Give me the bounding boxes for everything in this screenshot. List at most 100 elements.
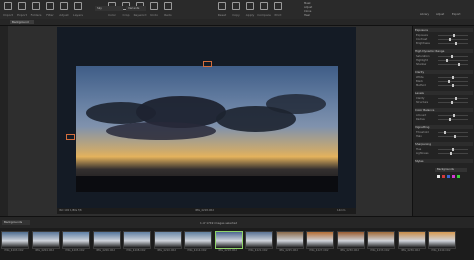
toolbar-button-copy[interactable] [231, 2, 241, 12]
workspace-tab-library[interactable]: Library [420, 13, 429, 16]
slider-knob[interactable] [454, 42, 457, 45]
filmstrip-thumbnail[interactable] [245, 231, 273, 249]
adjust-slider[interactable] [438, 38, 468, 41]
slider-knob[interactable] [447, 80, 450, 83]
compare-icon [260, 2, 268, 10]
adjust-slider[interactable] [438, 76, 468, 79]
filmstrip-thumbnail[interactable] [336, 231, 365, 249]
folders-icon [32, 2, 40, 10]
filmstrip-thumbnail[interactable] [1, 231, 29, 249]
filmstrip-thumbnail[interactable] [92, 231, 121, 249]
toolbar-button-undo[interactable] [149, 2, 159, 12]
slider-knob[interactable] [453, 34, 456, 37]
panel-section-color-balance[interactable]: Color Balance [415, 108, 473, 112]
panel-section-levels[interactable]: Levels [415, 91, 473, 95]
adjust-label: Hue [416, 148, 422, 151]
variants-menu[interactable]: Variants [126, 6, 146, 11]
slider-knob[interactable] [455, 97, 458, 100]
toolbar-button-apply[interactable] [245, 2, 255, 12]
toolbar-button-redo[interactable] [163, 2, 173, 12]
adjustment-panel: Exposure Exposure Contrast Brightness High D… [412, 26, 474, 216]
color-swatch[interactable] [442, 175, 445, 178]
slider-knob[interactable] [454, 135, 457, 138]
filmstrip-thumbnail[interactable] [123, 231, 151, 249]
slider-knob[interactable] [443, 131, 446, 134]
tool-item-adjust[interactable]: Adjust [304, 6, 312, 9]
workspace-tab-export[interactable]: Export [452, 13, 461, 16]
filmstrip-thumbnail[interactable] [62, 231, 90, 249]
toolbar-button-export[interactable] [17, 2, 27, 12]
adjust-slider[interactable] [438, 59, 468, 62]
panel-section-styles[interactable]: Styles [415, 159, 473, 163]
adjust-slider[interactable] [438, 114, 468, 117]
toolbar-button-filter[interactable] [45, 2, 55, 12]
filmstrip-thumbnail[interactable] [214, 231, 243, 249]
filmstrip-thumbnail[interactable] [31, 231, 60, 249]
adjust-slider[interactable] [438, 80, 468, 83]
adjust-slider[interactable] [438, 34, 468, 37]
filmstrip-thumbnail[interactable] [367, 231, 395, 249]
color-swatch[interactable] [437, 175, 440, 178]
panel-section-clarity[interactable]: Clarity [415, 70, 473, 74]
slider-knob[interactable] [446, 59, 449, 62]
toolbar-button-layers[interactable] [73, 2, 83, 12]
adjust-slider[interactable] [438, 84, 468, 87]
filmstrip-thumbnail[interactable] [397, 231, 426, 249]
slider-knob[interactable] [449, 118, 452, 121]
workspace-tab-adjust[interactable]: Adjust [436, 13, 444, 16]
color-swatch[interactable] [447, 175, 450, 178]
main-photo[interactable] [76, 66, 338, 192]
adjust-row: Black [416, 80, 472, 83]
filmstrip-thumbnail[interactable] [153, 231, 182, 249]
slider-knob[interactable] [451, 101, 454, 104]
adjust-slider[interactable] [438, 118, 468, 121]
panel-section-vignetting[interactable]: Vignetting [415, 125, 473, 129]
toolbar-button-reset[interactable] [217, 2, 227, 12]
toolbar-button-compare[interactable] [259, 2, 269, 12]
color-swatch[interactable] [457, 175, 460, 178]
tab-background[interactable]: Background [10, 20, 34, 24]
adjust-slider[interactable] [438, 152, 468, 155]
adjust-slider[interactable] [438, 131, 468, 134]
selection-count: 1 of 1749 images selected [200, 221, 238, 225]
adjust-slider[interactable] [438, 97, 468, 100]
toolbar-button-print[interactable] [273, 2, 283, 12]
slider-knob[interactable] [452, 76, 454, 79]
slider-knob[interactable] [449, 38, 452, 41]
adjust-slider[interactable] [438, 101, 468, 104]
thumbnail-caption: IMG_4210.CR2 [157, 249, 176, 252]
panel-section-exposure[interactable]: Exposure [415, 28, 473, 32]
toolbar-button-folders[interactable] [31, 2, 41, 12]
panel-section-high-dynamic-range[interactable]: High Dynamic Range [415, 49, 473, 53]
filmstrip-thumbnail[interactable] [184, 231, 212, 249]
toolbar-button-adjust[interactable] [59, 2, 69, 12]
adjust-slider[interactable] [438, 42, 468, 45]
styles-dropdown[interactable]: Backgrounds [435, 168, 467, 172]
slider-knob[interactable] [450, 152, 453, 155]
tool-item-heal[interactable]: Heal [304, 14, 310, 17]
collection-dropdown[interactable]: Backgrounds [2, 220, 30, 225]
panel-section-sharpening[interactable]: Sharpening [415, 142, 473, 146]
crop-handle-left[interactable] [66, 134, 75, 140]
filmstrip-thumbnail[interactable] [306, 231, 334, 249]
adjust-slider[interactable] [438, 63, 468, 66]
slider-knob[interactable] [452, 84, 454, 87]
slider-knob[interactable] [452, 148, 454, 151]
tool-item-clone[interactable]: Clone [304, 10, 311, 13]
slider-knob[interactable] [457, 63, 460, 66]
slider-knob[interactable] [452, 114, 455, 117]
color-swatch[interactable] [452, 175, 455, 178]
tool-item-mask[interactable]: Mask [304, 2, 311, 5]
adjust-row: Amount [416, 114, 472, 117]
filmstrip-thumbnail[interactable] [428, 231, 456, 249]
print-icon [274, 2, 282, 10]
adjust-slider[interactable] [438, 55, 468, 58]
variant-dropdown[interactable]: Sky [95, 6, 123, 11]
adjust-slider[interactable] [438, 135, 468, 138]
adjust-slider[interactable] [438, 148, 468, 151]
filmstrip-thumbnail[interactable] [275, 231, 304, 249]
adjust-row: Clarity [416, 97, 472, 100]
slider-knob[interactable] [450, 55, 453, 58]
toolbar-button-import[interactable] [3, 2, 13, 12]
crop-handle-top[interactable] [203, 61, 212, 67]
